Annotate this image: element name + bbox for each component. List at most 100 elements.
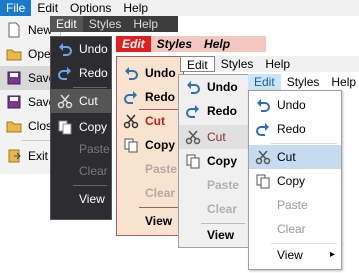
menu-help[interactable]: Help <box>117 0 154 16</box>
menu-item-label: New <box>28 23 53 37</box>
menu-styles[interactable]: Styles <box>151 36 198 52</box>
menu-item-label: Cut <box>207 130 226 144</box>
menu-item-label: Redo <box>79 66 108 80</box>
menu-item-paste: Paste <box>51 137 111 161</box>
menu-item-label: Paste <box>277 198 308 212</box>
menu-item-label: Cut <box>145 114 165 128</box>
menu-item-label: View <box>79 192 105 206</box>
submenu-arrow-icon: ▸ <box>329 249 335 260</box>
menubar-default: File Edit Options Help <box>0 0 359 16</box>
menu-item-label: Paste <box>79 142 110 156</box>
menu-item-label: Undo <box>207 80 238 94</box>
menu-item-label: Clear <box>207 202 238 216</box>
edit-dropdown-pink: Undo Redo Cut Copy Paste Clear View <box>116 56 184 236</box>
menu-item-redo[interactable]: Redo <box>179 99 249 123</box>
separator <box>271 143 337 144</box>
exit-icon <box>6 148 22 164</box>
menu-item-paste: Paste <box>249 193 341 217</box>
copy-icon <box>255 173 271 189</box>
undo-icon <box>123 65 139 81</box>
menubar-pink: Edit Styles Help <box>116 36 266 52</box>
menu-item-undo[interactable]: Undo <box>179 75 249 99</box>
menu-item-undo[interactable]: Undo <box>51 37 111 61</box>
cut-icon <box>185 129 201 145</box>
menu-item-label: Copy <box>207 154 237 168</box>
menu-item-label: Undo <box>79 42 108 56</box>
redo-icon <box>123 89 139 105</box>
menu-item-label: Clear <box>277 222 306 236</box>
menu-item-view[interactable]: View <box>117 209 183 233</box>
menu-item-label: Paste <box>145 162 178 176</box>
cut-icon <box>255 149 271 165</box>
menu-item-label: Redo <box>207 104 237 118</box>
copy-icon <box>123 137 139 153</box>
menu-item-view[interactable]: View ▸ <box>249 243 341 267</box>
close-folder-icon <box>6 118 22 134</box>
edit-dropdown-grey: Undo Redo Cut Copy Paste Clear View <box>178 74 250 248</box>
menu-edit[interactable]: Edit <box>116 36 151 52</box>
menu-item-clear: Clear <box>117 181 183 205</box>
new-file-icon <box>6 22 22 38</box>
menu-item-copy[interactable]: Copy <box>51 115 111 139</box>
menu-help[interactable]: Help <box>198 36 236 52</box>
menu-item-label: View <box>207 228 235 242</box>
cut-icon <box>123 113 139 129</box>
menu-item-undo[interactable]: Undo <box>117 61 183 85</box>
menu-item-label: Redo <box>277 122 306 136</box>
menu-item-copy[interactable]: Copy <box>249 169 341 193</box>
redo-icon <box>185 103 201 119</box>
menu-options[interactable]: Options <box>64 0 117 16</box>
menu-item-label: Exit <box>28 149 49 163</box>
menu-item-copy[interactable]: Copy <box>117 133 183 157</box>
menu-item-clear: Clear <box>51 159 111 183</box>
menu-item-redo[interactable]: Redo <box>249 117 341 141</box>
menu-item-clear: Clear <box>249 217 341 241</box>
menu-item-label: Redo <box>145 90 175 104</box>
separator <box>139 207 179 208</box>
menu-item-redo[interactable]: Redo <box>117 85 183 109</box>
menu-item-view[interactable]: View <box>51 187 111 211</box>
menubar-grey: Edit Styles Help <box>180 56 359 72</box>
menu-edit[interactable]: Edit <box>180 56 215 72</box>
separator <box>73 185 107 186</box>
menu-edit[interactable]: Edit <box>31 0 64 16</box>
menu-item-clear: Clear <box>179 197 249 221</box>
menu-item-cut[interactable]: Cut <box>249 145 341 169</box>
save-icon <box>6 70 22 86</box>
menu-help[interactable]: Help <box>259 56 296 72</box>
menu-help[interactable]: Help <box>325 74 359 90</box>
menu-item-redo[interactable]: Redo <box>51 61 111 85</box>
menu-file[interactable]: File <box>0 0 32 16</box>
menu-item-label: Cut <box>79 94 98 108</box>
cut-icon <box>57 93 73 109</box>
menu-item-label: Clear <box>145 186 176 200</box>
menu-item-label: Undo <box>145 66 176 80</box>
menu-item-copy[interactable]: Copy <box>179 149 249 173</box>
menu-edit[interactable]: Edit <box>50 16 83 32</box>
menu-item-cut[interactable]: Cut <box>117 109 183 133</box>
menu-item-cut[interactable]: Cut <box>179 125 249 149</box>
save-as-icon <box>6 94 22 110</box>
open-folder-icon <box>6 46 22 62</box>
edit-dropdown-dark: Undo Redo Cut Copy Paste Clear View <box>50 36 112 220</box>
menu-edit[interactable]: Edit <box>248 74 281 90</box>
menu-styles[interactable]: Styles <box>215 56 260 72</box>
menu-item-cut[interactable]: Cut <box>51 89 111 113</box>
redo-icon <box>255 121 271 137</box>
menu-item-label: Clear <box>79 164 108 178</box>
undo-icon <box>255 97 271 113</box>
menubar-dark: Edit Styles Help <box>50 16 178 32</box>
menu-styles[interactable]: Styles <box>281 74 326 90</box>
menu-item-view[interactable]: View <box>179 223 249 247</box>
menu-item-label: Cut <box>277 150 296 164</box>
menu-help[interactable]: Help <box>127 16 164 32</box>
menu-item-label: Copy <box>145 138 175 152</box>
menu-styles[interactable]: Styles <box>83 16 128 32</box>
menubar-modern: Edit Styles Help <box>248 74 359 90</box>
separator <box>73 87 107 88</box>
menu-item-label: Copy <box>277 174 306 188</box>
menu-item-paste: Paste <box>117 157 183 181</box>
copy-icon <box>57 119 73 135</box>
undo-icon <box>185 79 201 95</box>
menu-item-undo[interactable]: Undo <box>249 93 341 117</box>
